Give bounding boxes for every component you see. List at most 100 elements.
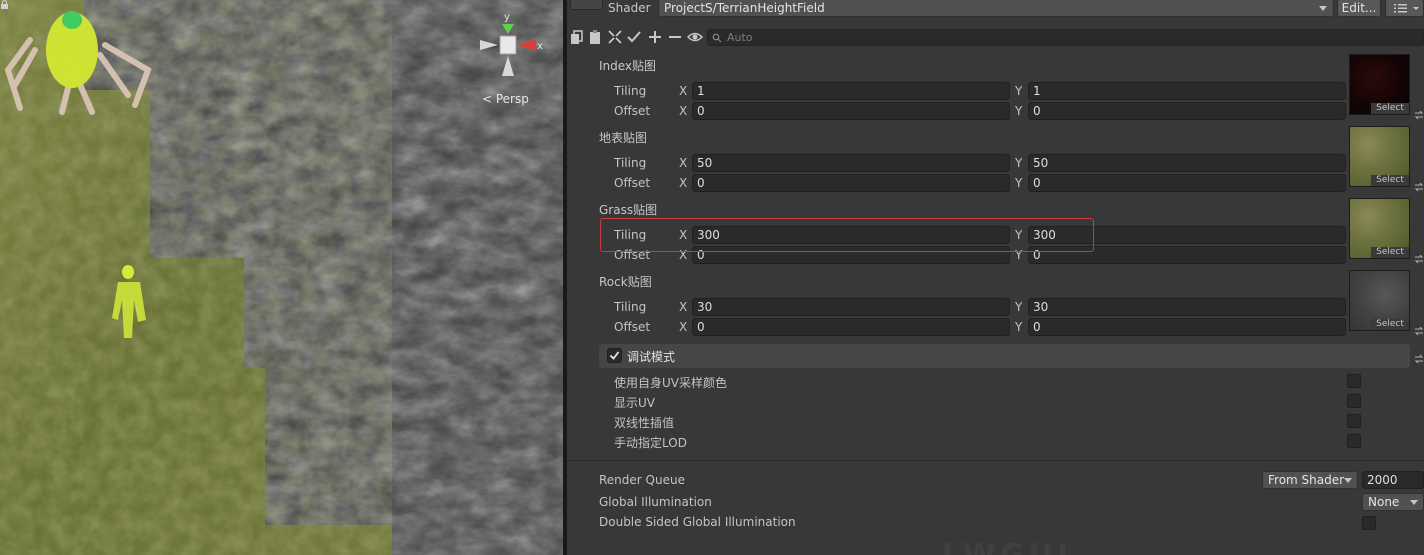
render-queue-mode-dropdown[interactable]: From Shader	[1262, 471, 1358, 489]
search-icon	[712, 33, 722, 43]
axis-y-label: Y	[1015, 300, 1023, 314]
swap-icon[interactable]	[1414, 326, 1424, 336]
axis-y-label: Y	[1015, 104, 1023, 118]
rock-tiling-label: Tiling	[614, 300, 647, 314]
grass-texture-select-button[interactable]: Select	[1371, 247, 1409, 258]
property-search-field[interactable]: Auto	[707, 29, 1424, 46]
bilinear-toggle[interactable]	[1347, 414, 1361, 428]
minus-icon[interactable]	[667, 29, 683, 45]
ground-texture-select-button[interactable]: Select	[1371, 175, 1409, 186]
global-illumination-label: Global Illumination	[599, 495, 712, 509]
axis-x-label: X	[679, 320, 688, 334]
ground-offset-label: Offset	[614, 176, 651, 190]
grass-texture-slot[interactable]: Select	[1349, 198, 1410, 259]
index-offset-y-field[interactable]: 0	[1028, 102, 1346, 120]
grass-texture-label: Grass贴图	[599, 203, 658, 217]
index-texture-select-button[interactable]: Select	[1371, 103, 1409, 114]
material-inspector: Shader ProjectS/TerrianHeightField Edit.…	[567, 0, 1424, 555]
global-illumination-dropdown[interactable]: None	[1362, 493, 1424, 511]
grass-tiling-x-field[interactable]: 300	[692, 226, 1010, 244]
section-separator	[567, 460, 1424, 461]
swap-icon[interactable]	[1414, 110, 1424, 120]
axis-x-label: X	[679, 156, 688, 170]
grass-offset-x-field[interactable]: 0	[692, 246, 1010, 264]
debug-option-label: 双线性插值	[614, 416, 675, 430]
check-icon[interactable]	[626, 29, 642, 45]
ground-offset-y-field[interactable]: 0	[1028, 174, 1346, 192]
axis-x-label: X	[679, 248, 688, 262]
show-uv-toggle[interactable]	[1347, 394, 1361, 408]
ground-tiling-x-field[interactable]: 50	[692, 154, 1010, 172]
edit-shader-button[interactable]: Edit...	[1337, 0, 1381, 17]
shader-value: ProjectS/TerrianHeightField	[664, 1, 825, 15]
swap-icon[interactable]	[1414, 182, 1424, 192]
ground-texture-slot[interactable]: Select	[1349, 126, 1410, 187]
paste-icon[interactable]	[587, 29, 603, 45]
axis-x-label: X	[679, 176, 688, 190]
double-sided-gi-toggle[interactable]	[1362, 516, 1376, 530]
index-tiling-label: Tiling	[614, 84, 647, 98]
index-offset-label: Offset	[614, 104, 651, 118]
view-mode-label[interactable]: < Persp	[482, 92, 529, 106]
swap-icon[interactable]	[1414, 354, 1424, 364]
gizmo-y-label: y	[504, 12, 510, 23]
rock-tiling-y-field[interactable]: 30	[1028, 298, 1346, 316]
collapse-all-icon[interactable]	[607, 29, 623, 45]
axis-x-label: X	[679, 104, 688, 118]
axis-y-label: Y	[1015, 156, 1023, 170]
double-sided-gi-label: Double Sided Global Illumination	[599, 515, 796, 529]
index-offset-x-field[interactable]: 0	[692, 102, 1010, 120]
axis-y-label: Y	[1015, 84, 1023, 98]
lock-icon[interactable]	[0, 0, 9, 9]
rock-texture-select-button[interactable]: Select	[1371, 319, 1409, 330]
ground-tiling-y-field[interactable]: 50	[1028, 154, 1346, 172]
rock-tiling-x-field[interactable]: 30	[692, 298, 1010, 316]
gizmo-x-label: x	[537, 41, 543, 52]
eye-icon[interactable]	[687, 29, 703, 45]
rock-offset-x-field[interactable]: 0	[692, 318, 1010, 336]
terrain-render: y x	[0, 0, 563, 555]
grass-tiling-y-field[interactable]: 300	[1028, 226, 1346, 244]
grass-tiling-label: Tiling	[614, 228, 647, 242]
inspector-toolbar: Auto	[567, 29, 1424, 47]
debug-option-label: 显示UV	[614, 396, 655, 410]
index-texture-slot[interactable]: Select	[1349, 54, 1410, 115]
rock-offset-label: Offset	[614, 320, 651, 334]
manual-lod-toggle[interactable]	[1347, 434, 1361, 448]
chevron-down-icon	[1410, 500, 1418, 505]
index-texture-label: Index贴图	[599, 59, 657, 73]
rock-offset-y-field[interactable]: 0	[1028, 318, 1346, 336]
render-queue-mode-value: From Shader	[1268, 473, 1345, 487]
swap-icon[interactable]	[1414, 254, 1424, 264]
axis-x-label: X	[679, 84, 688, 98]
index-tiling-x-field[interactable]: 1	[692, 82, 1010, 100]
debug-option-label: 手动指定LOD	[614, 436, 687, 450]
plus-icon[interactable]	[647, 29, 663, 45]
debug-mode-foldout[interactable]: 调试模式	[599, 344, 1410, 368]
shader-menu-button[interactable]	[1385, 0, 1424, 17]
render-queue-value-field[interactable]: 2000	[1362, 471, 1424, 489]
shader-label: Shader	[608, 1, 651, 15]
scene-view[interactable]: y x < Persp	[0, 0, 563, 555]
use-self-uv-toggle[interactable]	[1347, 374, 1361, 388]
shader-row: Shader ProjectS/TerrianHeightField Edit.…	[567, 0, 1424, 17]
index-tiling-y-field[interactable]: 1	[1028, 82, 1346, 100]
search-placeholder: Auto	[727, 31, 753, 44]
axis-x-label: X	[679, 300, 688, 314]
axis-y-label: Y	[1015, 228, 1023, 242]
shader-dropdown[interactable]: ProjectS/TerrianHeightField	[658, 0, 1334, 17]
material-preview-thumb	[570, 0, 603, 10]
chevron-down-icon	[1319, 6, 1327, 11]
grass-offset-label: Offset	[614, 248, 651, 262]
copy-icon[interactable]	[569, 29, 585, 45]
ground-tiling-label: Tiling	[614, 156, 647, 170]
rock-texture-label: Rock贴图	[599, 275, 652, 289]
rock-texture-slot[interactable]: Select	[1349, 270, 1410, 331]
watermark: LWGUI	[942, 538, 1072, 555]
grass-offset-y-field[interactable]: 0	[1028, 246, 1346, 264]
debug-mode-checkbox[interactable]	[607, 348, 622, 363]
debug-option-label: 使用自身UV采样颜色	[614, 376, 727, 390]
ground-offset-x-field[interactable]: 0	[692, 174, 1010, 192]
axis-y-label: Y	[1015, 248, 1023, 262]
menu-icon	[1394, 4, 1419, 13]
